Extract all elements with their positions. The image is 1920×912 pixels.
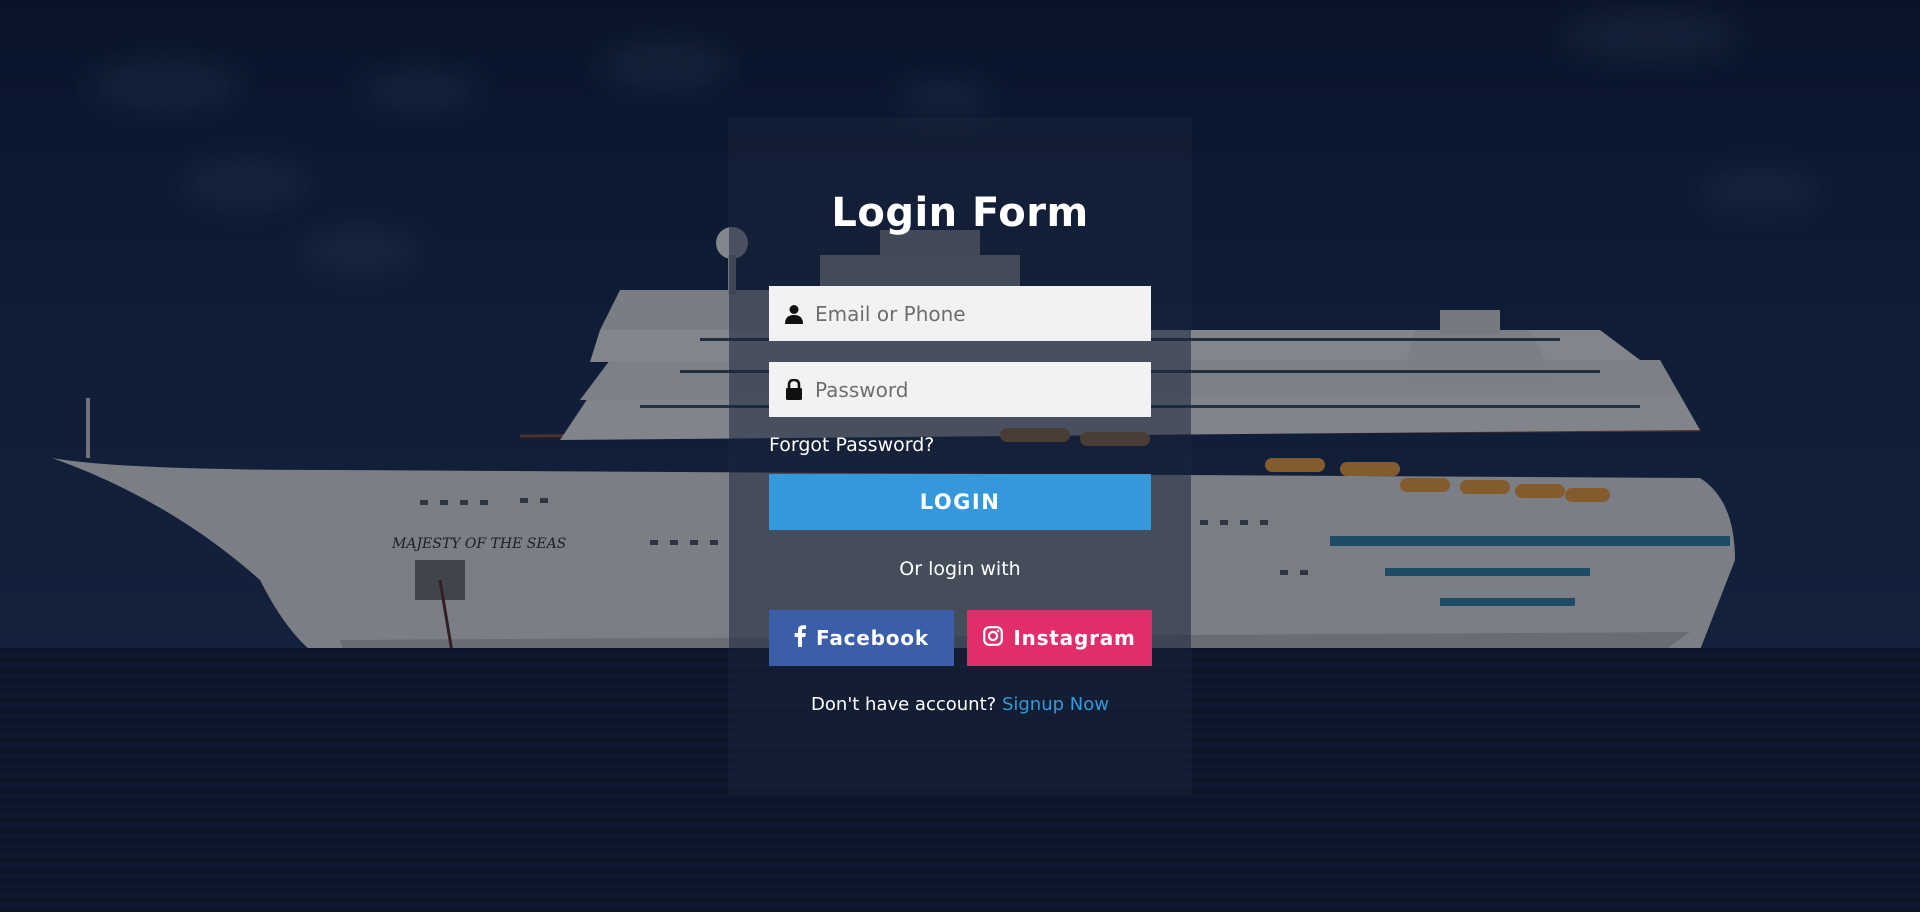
email-input[interactable] bbox=[811, 286, 1151, 341]
facebook-label: Facebook bbox=[816, 626, 929, 650]
instagram-label: Instagram bbox=[1013, 626, 1136, 650]
or-login-with-text: Or login with bbox=[899, 558, 1021, 580]
password-input[interactable] bbox=[811, 362, 1151, 417]
signup-line: Don't have account? Signup Now bbox=[0, 694, 1920, 715]
password-field[interactable] bbox=[769, 362, 1151, 417]
user-icon bbox=[769, 286, 811, 341]
lock-icon bbox=[769, 362, 811, 417]
facebook-icon bbox=[794, 624, 807, 652]
instagram-login-button[interactable]: Instagram bbox=[967, 610, 1152, 666]
facebook-login-button[interactable]: Facebook bbox=[769, 610, 954, 666]
instagram-icon bbox=[983, 625, 1004, 651]
forgot-password-link[interactable]: Forgot Password? bbox=[769, 434, 934, 456]
login-button[interactable]: LOGIN bbox=[769, 474, 1151, 530]
signup-link[interactable]: Signup Now bbox=[1002, 694, 1109, 715]
form-title: Login Form bbox=[831, 190, 1089, 236]
signup-prompt: Don't have account? bbox=[811, 694, 997, 715]
email-field[interactable] bbox=[769, 286, 1151, 341]
